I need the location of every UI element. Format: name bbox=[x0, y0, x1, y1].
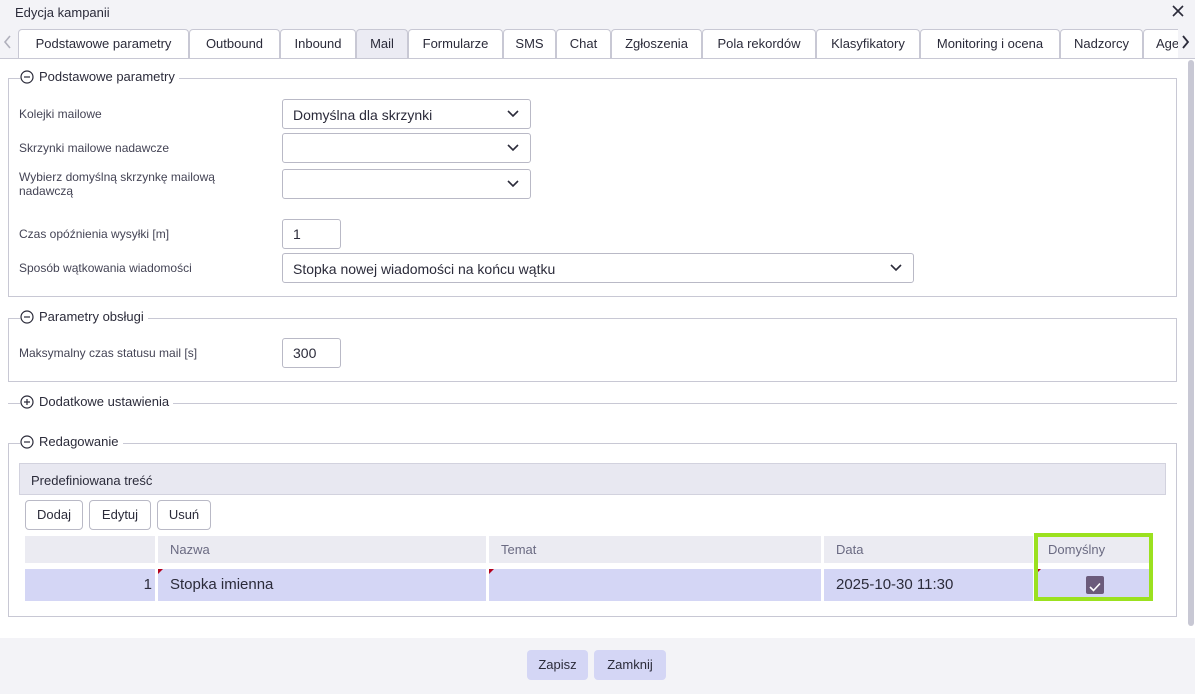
select-value: Stopka nowej wiadomości na końcu wątku bbox=[293, 261, 556, 277]
tab-bar: Podstawowe parametry Outbound Inbound Ma… bbox=[0, 26, 1195, 58]
collapse-icon[interactable] bbox=[20, 69, 34, 84]
section-additional-legend[interactable]: Dodatkowe ustawienia bbox=[20, 394, 174, 409]
scrollbar[interactable] bbox=[1188, 60, 1194, 626]
sender-boxes-select[interactable] bbox=[282, 133, 531, 163]
mail-queues-label: Kolejki mailowe bbox=[19, 107, 102, 121]
section-title: Parametry obsługi bbox=[39, 309, 144, 324]
section-editing-legend[interactable]: Redagowanie bbox=[20, 434, 123, 449]
tab-mail[interactable]: Mail bbox=[356, 29, 408, 58]
save-button[interactable]: Zapisz bbox=[527, 650, 588, 680]
tab-klasyfikatory[interactable]: Klasyfikatory bbox=[816, 29, 920, 58]
chevron-down-icon bbox=[507, 144, 519, 152]
delete-button[interactable]: Usuń bbox=[157, 500, 211, 530]
add-button[interactable]: Dodaj bbox=[25, 500, 83, 530]
column-header-date[interactable]: Data bbox=[824, 536, 1033, 563]
row-name: Stopka imienna bbox=[170, 576, 274, 593]
predefined-content-header: Predefiniowana treść bbox=[19, 463, 1166, 495]
tab-outbound[interactable]: Outbound bbox=[189, 29, 280, 58]
threading-label: Sposób wątkowania wiadomości bbox=[19, 261, 192, 275]
modified-marker bbox=[489, 569, 494, 574]
row-date-cell[interactable]: 2025-10-30 11:30 bbox=[824, 569, 1033, 601]
dialog-footer: Zapisz Zamknij bbox=[0, 638, 1195, 694]
tab-sms[interactable]: SMS bbox=[503, 29, 556, 58]
tab-monitoring-i-ocena[interactable]: Monitoring i ocena bbox=[920, 29, 1060, 58]
default-sender-box-label: Wybierz domyślną skrzynkę mailową nadawc… bbox=[19, 170, 215, 198]
row-default-cell[interactable] bbox=[1036, 569, 1151, 601]
collapse-icon[interactable] bbox=[20, 434, 34, 449]
column-header-number bbox=[25, 536, 155, 563]
tab-inbound[interactable]: Inbound bbox=[280, 29, 356, 58]
column-header-default[interactable]: Domyślny bbox=[1036, 536, 1151, 563]
section-title: Podstawowe parametry bbox=[39, 69, 175, 84]
send-delay-input[interactable] bbox=[282, 219, 341, 249]
window-title: Edycja kampanii bbox=[15, 5, 110, 20]
max-status-time-input[interactable] bbox=[282, 338, 341, 368]
window-header: Edycja kampanii bbox=[0, 0, 1195, 26]
tab-formularze[interactable]: Formularze bbox=[408, 29, 503, 58]
chevron-left-icon[interactable] bbox=[1, 32, 15, 52]
chevron-right-icon[interactable] bbox=[1178, 32, 1192, 52]
row-date: 2025-10-30 11:30 bbox=[836, 576, 954, 593]
close-button[interactable]: Zamknij bbox=[594, 650, 666, 680]
tab-chat[interactable]: Chat bbox=[556, 29, 611, 58]
modified-marker bbox=[158, 569, 163, 574]
sender-boxes-label: Skrzynki mailowe nadawcze bbox=[19, 141, 170, 155]
chevron-down-icon bbox=[507, 110, 519, 118]
modified-marker bbox=[1036, 569, 1041, 574]
edit-button[interactable]: Edytuj bbox=[89, 500, 151, 530]
tab-zgloszenia[interactable]: Zgłoszenia bbox=[611, 29, 702, 58]
check-icon bbox=[1089, 582, 1101, 592]
row-subject-cell[interactable] bbox=[489, 569, 821, 601]
tab-pola-rekordow[interactable]: Pola rekordów bbox=[702, 29, 816, 58]
max-status-time-label: Maksymalny czas statusu mail [s] bbox=[19, 346, 198, 360]
tab-podstawowe-parametry[interactable]: Podstawowe parametry bbox=[18, 29, 189, 58]
default-sender-box-select[interactable] bbox=[282, 169, 531, 199]
default-checkbox[interactable] bbox=[1086, 576, 1104, 594]
grid-title: Predefiniowana treść bbox=[31, 473, 153, 488]
section-additional-divider bbox=[8, 403, 1177, 404]
row-number[interactable]: 1 bbox=[25, 569, 155, 601]
send-delay-label: Czas opóźnienia wysyłki [m] bbox=[19, 227, 170, 241]
column-header-name[interactable]: Nazwa bbox=[158, 536, 486, 563]
select-value: Domyślna dla skrzynki bbox=[293, 107, 433, 123]
collapse-icon[interactable] bbox=[20, 309, 34, 324]
section-title: Dodatkowe ustawienia bbox=[39, 394, 170, 409]
threading-select[interactable]: Stopka nowej wiadomości na końcu wątku bbox=[282, 253, 914, 283]
row-name-cell[interactable]: Stopka imienna bbox=[158, 569, 486, 601]
chevron-down-icon bbox=[507, 180, 519, 188]
tab-agenci[interactable]: Age bbox=[1143, 29, 1178, 58]
expand-icon[interactable] bbox=[20, 394, 34, 409]
section-basic-legend[interactable]: Podstawowe parametry bbox=[20, 69, 179, 84]
tab-nadzorcy[interactable]: Nadzorcy bbox=[1060, 29, 1143, 58]
chevron-down-icon bbox=[890, 264, 902, 272]
column-header-subject[interactable]: Temat bbox=[489, 536, 821, 563]
mail-queues-select[interactable]: Domyślna dla skrzynki bbox=[282, 99, 531, 129]
tabs-container: Podstawowe parametry Outbound Inbound Ma… bbox=[18, 26, 1178, 58]
section-handling-legend[interactable]: Parametry obsługi bbox=[20, 309, 148, 324]
close-icon[interactable] bbox=[1171, 3, 1185, 19]
section-title: Redagowanie bbox=[39, 434, 119, 449]
